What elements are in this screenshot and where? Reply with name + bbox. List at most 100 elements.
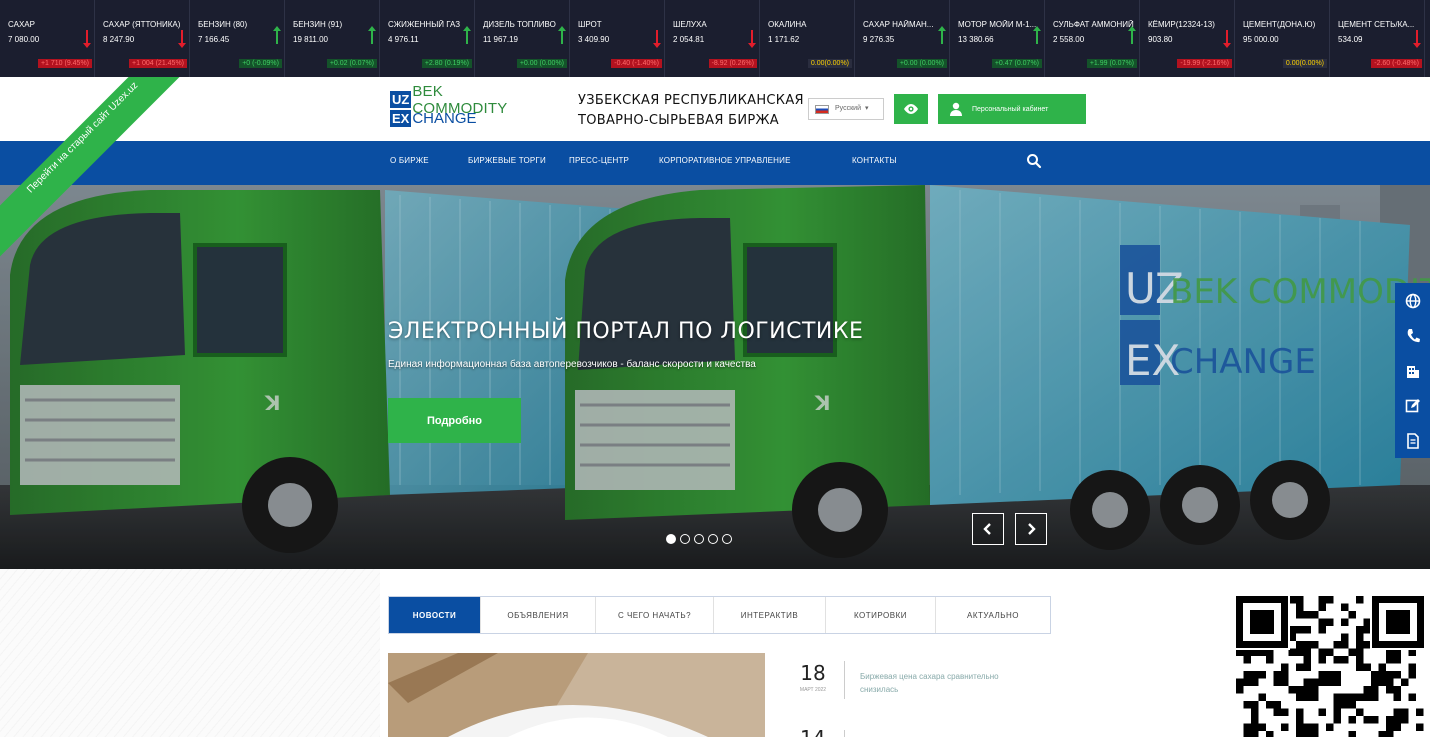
slider-dot[interactable]	[708, 534, 718, 544]
logo-ex: EX	[390, 110, 412, 127]
ticker-price: 534.09	[1338, 35, 1363, 44]
ticker-item[interactable]: САХАР НАЙМАН... 9 276.35 +0.00 (0.00%)	[855, 0, 950, 77]
accessibility-button[interactable]	[894, 94, 928, 124]
main-nav: О БИРЖЕ БИРЖЕВЫЕ ТОРГИ ПРЕСС-ЦЕНТР КОРПО…	[0, 141, 1430, 185]
ticker-change: -2.60 (-0.48%)	[1371, 59, 1422, 68]
ticker-item[interactable]: ОКАЛИНА 1 171.62 0.00(0.00%)	[760, 0, 855, 77]
ticker-price: 7 166.45	[198, 35, 230, 44]
edit-icon[interactable]	[1395, 388, 1430, 423]
ticker-item[interactable]: КЁМИР(12324-13) 903.80 -19.99 (-2.16%)	[1140, 0, 1235, 77]
tab-news[interactable]: НОВОСТИ	[389, 597, 481, 633]
arrow-up-icon	[1033, 26, 1041, 44]
org-title: УЗБЕКСКАЯ РЕСПУБЛИКАНСКАЯ ТОВАРНО-СЫРЬЕВ…	[578, 91, 828, 131]
personal-cabinet-button[interactable]: Персональный кабинет	[938, 94, 1086, 124]
ticker-name: СУЛЬФАТ АММОНИЙ	[1053, 20, 1134, 29]
ticker-change: +0.47 (0.07%)	[991, 59, 1042, 68]
ticker-change: +1 710 (9.45%)	[37, 59, 92, 68]
ticker-name: КЁМИР(12324-13)	[1148, 20, 1215, 29]
ticker-item[interactable]: СЖИЖЕННЫЙ ГАЗ 4 976.11 +2.80 (0.19%)	[380, 0, 475, 77]
news-divider	[844, 661, 845, 699]
chevron-right-icon	[1028, 523, 1036, 535]
ticker-item[interactable]: САХАР 7 080.00 +1 710 (9.45%)	[0, 0, 95, 77]
qr-code	[1234, 594, 1424, 737]
language-select[interactable]: Русский ▾	[808, 98, 884, 120]
ticker-item[interactable]: БЕНЗИН (91) 19 811.00 +0.02 (0.07%)	[285, 0, 380, 77]
ticker-price: 903.80	[1148, 35, 1173, 44]
ticker-item[interactable]: ШРОТ 3 409.90 -0.40 (-1.40%)	[570, 0, 665, 77]
ticker-item[interactable]: МОТОР МОЙИ М-1... 13 380.66 +0.47 (0.07%)	[950, 0, 1045, 77]
ticker-change: +0.00 (0.00%)	[516, 59, 567, 68]
chevron-left-icon	[983, 523, 991, 535]
ticker-change: -8.92 (0.26%)	[708, 59, 757, 68]
arrow-up-icon	[368, 26, 376, 44]
old-site-ribbon[interactable]: Перейти на старый сайт Uzex.uz	[0, 77, 200, 262]
nav-item-about[interactable]: О БИРЖЕ	[390, 156, 429, 165]
ticker-name: ШЕЛУХА	[673, 20, 707, 29]
news-image[interactable]	[388, 653, 765, 737]
ticker-item[interactable]: ДИЗЕЛЬ ТОПЛИВО 11 967.19 +0.00 (0.00%)	[475, 0, 570, 77]
nav-item-governance[interactable]: КОРПОРАТИВНОЕ УПРАВЛЕНИЕ	[659, 156, 791, 165]
tab-actual[interactable]: АКТУАЛЬНО	[936, 597, 1050, 633]
ticker-price: 3 409.90	[578, 35, 610, 44]
tab-interactive[interactable]: ИНТЕРАКТИВ	[714, 597, 826, 633]
tab-announcements[interactable]: ОБЪЯВЛЕНИЯ	[481, 597, 596, 633]
nav-item-trading[interactable]: БИРЖЕВЫЕ ТОРГИ	[468, 156, 546, 165]
slider-dot[interactable]	[680, 534, 690, 544]
arrow-up-icon	[273, 26, 281, 44]
language-label: Русский	[835, 105, 861, 112]
side-quick-links	[1395, 283, 1430, 458]
arrow-up-icon	[463, 26, 471, 44]
arrow-down-icon	[1413, 30, 1421, 48]
news-day: 18	[800, 661, 826, 685]
globe-icon[interactable]	[1395, 283, 1430, 318]
slider-dots	[666, 534, 732, 544]
phone-icon[interactable]	[1395, 318, 1430, 353]
nav-item-contacts[interactable]: КОНТАКТЫ	[852, 156, 897, 165]
ticker-change: +0.02 (0.07%)	[326, 59, 377, 68]
logo-uz: UZ	[390, 91, 412, 108]
ticker-item[interactable]: ЦЕМЕНТ(ДОНА.Ю) 95 000.00 0.00(0.00%)	[1235, 0, 1330, 77]
news-headline[interactable]: Биржевая цена сахара сравнительно снизил…	[860, 670, 1010, 696]
site-header: UZ BEK COMMODITY EX CHANGE УЗБЕКСКАЯ РЕСПУ…	[0, 77, 1430, 141]
building-icon[interactable]	[1395, 353, 1430, 388]
hero-subtitle: Единая информационная база автоперевозчи…	[388, 359, 756, 370]
slider-next-button[interactable]	[1015, 513, 1047, 545]
search-icon[interactable]	[1026, 153, 1042, 169]
hero-background-trucks: ꓘ UZ EX BEK COMMODITY CHANGE ꓘ	[0, 185, 1430, 569]
arrow-up-icon	[1128, 26, 1136, 44]
slider-dot[interactable]	[722, 534, 732, 544]
ticker-name: БЕНЗИН (80)	[198, 20, 248, 29]
ticker-price: 95 000.00	[1243, 35, 1279, 44]
arrow-down-icon	[748, 30, 756, 48]
slider-dot[interactable]	[666, 534, 676, 544]
document-icon[interactable]	[1395, 423, 1430, 458]
ticker-name: МОТОР МОЙИ М-1...	[958, 20, 1037, 29]
old-site-ribbon-wrap: Перейти на старый сайт Uzex.uz	[0, 77, 200, 277]
ticker-price: 2 558.00	[1053, 35, 1085, 44]
uzex-logo[interactable]: UZ BEK COMMODITY EX CHANGE	[390, 83, 540, 128]
ticker-item[interactable]: СУЛЬФАТ АММОНИЙ 2 558.00 +1.99 (0.07%)	[1045, 0, 1140, 77]
ticker-name: СЖИЖЕННЫЙ ГАЗ	[388, 20, 461, 29]
ticker-name: ШРОТ	[578, 20, 602, 29]
ticker-item[interactable]: ЦЕМЕНТ СЕТЬ/КА... 534.09 -2.60 (-0.48%)	[1330, 0, 1425, 77]
ticker-item[interactable]: ШЕЛУХА 2 054.81 -8.92 (0.26%)	[665, 0, 760, 77]
org-title-line2: ТОВАРНО-СЫРЬЕВАЯ БИРЖА	[578, 113, 779, 128]
nav-item-press[interactable]: ПРЕСС-ЦЕНТР	[569, 156, 629, 165]
ticker-change: +2.80 (0.19%)	[421, 59, 472, 68]
tab-getting-started[interactable]: С ЧЕГО НАЧАТЬ?	[596, 597, 714, 633]
tab-quotes[interactable]: КОТИРОВКИ	[826, 597, 936, 633]
slider-prev-button[interactable]	[972, 513, 1004, 545]
slider-dot[interactable]	[694, 534, 704, 544]
ticker-change: +1.99 (0.07%)	[1086, 59, 1137, 68]
ticker-name: САХАР (ЯТТОНИКА)	[103, 20, 181, 29]
ticker-item[interactable]: БЕНЗИН (80) 7 166.45 +0 (-0.09%)	[190, 0, 285, 77]
cabinet-label: Персональный кабинет	[972, 105, 1049, 113]
more-details-button[interactable]: Подробно	[388, 398, 521, 443]
ticker-price: 11 967.19	[483, 35, 518, 44]
ticker-name: ДИЗЕЛЬ ТОПЛИВО	[483, 20, 556, 29]
ticker-item[interactable]: САХАР (ЯТТОНИКА) 8 247.90 +1 004 (21.45%)	[95, 0, 190, 77]
news-divider-second	[844, 730, 845, 737]
ticker-price: 2 054.81	[673, 35, 705, 44]
ticker-name: САХАР	[8, 20, 35, 29]
ticker-change: +0 (-0.09%)	[239, 59, 282, 68]
